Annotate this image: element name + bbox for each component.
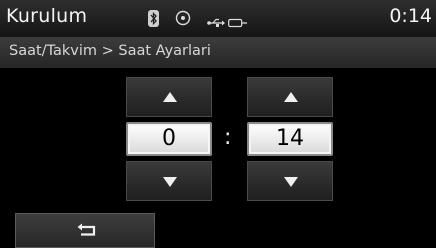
minute-value: 14 [247,122,333,156]
status-bar: Kurulum 0:14 [0,0,436,38]
up-arrow-icon [163,92,177,102]
usb-icon [207,13,225,32]
down-arrow-icon [284,177,298,187]
hour-value: 0 [126,122,212,156]
disc-icon [175,10,191,30]
minute-down-button[interactable] [247,161,333,201]
down-arrow-icon [163,177,177,187]
hour-down-button[interactable] [126,161,212,201]
aux-icon [228,13,248,32]
up-arrow-icon [284,92,298,102]
return-arrow-icon [76,222,98,242]
bluetooth-icon [148,10,159,31]
back-button[interactable] [15,213,155,248]
settings-screen: Kurulum 0:14 Saat/Takvim > Saat Ayarlari… [0,0,436,248]
bottom-bar [0,213,436,248]
hour-up-button[interactable] [126,77,212,117]
breadcrumb-bar: Saat/Takvim > Saat Ayarlari [0,37,436,69]
app-title: Kurulum [6,5,88,27]
minute-up-button[interactable] [247,77,333,117]
breadcrumb: Saat/Takvim > Saat Ayarlari [9,43,211,59]
clock-time: 0:14 [389,5,432,27]
time-separator: : [224,125,232,150]
time-setting-panel [0,68,436,213]
